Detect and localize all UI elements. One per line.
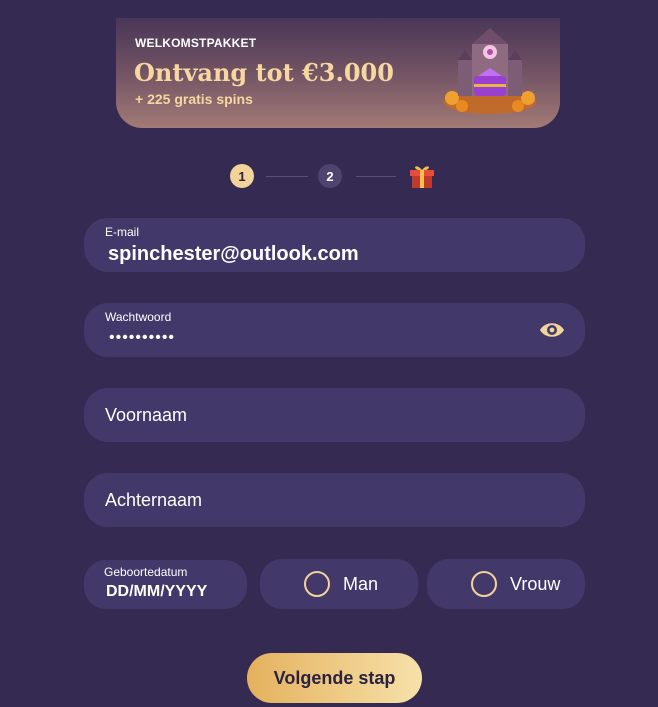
email-value[interactable]: spinchester@outlook.com — [108, 243, 359, 266]
radio-button[interactable] — [471, 571, 497, 597]
eye-icon[interactable] — [539, 320, 565, 340]
step-connector — [266, 176, 308, 177]
step-2-indicator: 2 — [318, 164, 342, 188]
password-label: Wachtwoord — [105, 310, 172, 324]
password-field[interactable]: Wachtwoord •••••••••• — [84, 303, 585, 357]
first-name-placeholder: Voornaam — [105, 404, 188, 425]
last-name-placeholder: Achternaam — [105, 489, 203, 510]
password-value[interactable]: •••••••••• — [109, 329, 175, 347]
birthdate-value[interactable]: DD/MM/YYYY — [106, 583, 207, 601]
next-step-button[interactable]: Volgende stap — [247, 653, 422, 703]
step-1-indicator: 1 — [230, 164, 254, 188]
first-name-field[interactable]: Voornaam — [84, 388, 585, 442]
gift-icon — [410, 166, 434, 188]
step-connector — [356, 176, 396, 177]
birthdate-label: Geboortedatum — [104, 565, 188, 579]
castle-chest-illustration — [444, 28, 536, 114]
last-name-field[interactable]: Achternaam — [84, 473, 585, 527]
radio-button[interactable] — [304, 571, 330, 597]
registration-stepper: 1 2 — [0, 160, 658, 192]
banner-kicker: WELKOMSTPAKKET — [135, 36, 257, 50]
email-field[interactable]: E-mail spinchester@outlook.com — [84, 218, 585, 272]
birthdate-field[interactable]: Geboortedatum DD/MM/YYYY — [84, 560, 247, 609]
gender-option-man[interactable]: Man — [260, 559, 418, 609]
banner-subtitle: + 225 gratis spins — [135, 91, 253, 107]
gender-label-man: Man — [343, 573, 379, 594]
gender-option-vrouw[interactable]: Vrouw — [427, 559, 585, 609]
email-label: E-mail — [105, 225, 140, 239]
banner-title: Ontvang tot €3.000 — [134, 58, 394, 87]
gender-label-vrouw: Vrouw — [510, 573, 561, 594]
welcome-banner: WELKOMSTPAKKET Ontvang tot €3.000 + 225 … — [116, 18, 560, 128]
